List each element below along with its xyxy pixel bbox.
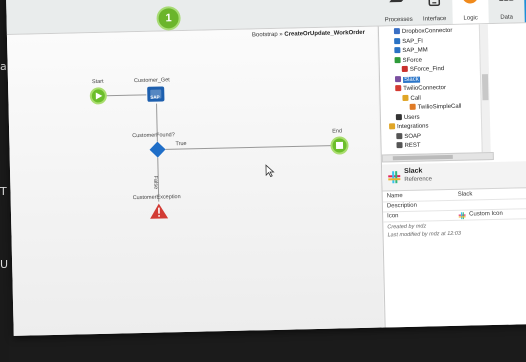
start-label: Start — [91, 78, 104, 86]
property-value[interactable]: Custom Icon — [469, 210, 503, 220]
tree-item-label: TwilioSimpleCall — [417, 103, 462, 111]
properties-subtitle: Reference — [404, 176, 433, 184]
customer-found-node[interactable] — [149, 141, 166, 158]
true-label: True — [175, 140, 187, 148]
tree-item-icon — [395, 113, 402, 121]
tree-item-icon — [409, 104, 416, 111]
edge-text-t: T — [0, 185, 7, 198]
tree-item[interactable]: SAP_FI — [394, 37, 423, 46]
customer-exception-label: CustomerException — [132, 194, 181, 202]
tree-item-label: Call — [410, 95, 421, 102]
element-tree[interactable]: DropboxConnector SAP_FI SAP_MM SForce SForce… — [379, 23, 526, 163]
tree-item-label: DropboxConnector — [401, 27, 453, 36]
flow-canvas[interactable]: Bootstrap » CreateOrUpdate_WorkOrder Sta… — [6, 26, 384, 336]
customer-exception-node[interactable] — [150, 203, 169, 219]
tree-item-label: Slack — [402, 76, 420, 83]
custom-icon-preview-icon — [458, 212, 466, 220]
tree-vertical-scrollbar[interactable] — [478, 24, 491, 153]
tree-item[interactable]: SForce — [394, 56, 423, 65]
tree-item-icon — [394, 37, 401, 45]
tree-item[interactable]: Slack — [394, 75, 420, 84]
tree-item[interactable]: Users — [395, 113, 420, 122]
tab-interface-label: Interface — [422, 16, 447, 23]
tree-item-label: SForce — [402, 57, 423, 64]
data-icon — [499, 0, 514, 1]
tree-item-label: SAP_MM — [402, 47, 428, 55]
mouse-cursor-icon — [265, 164, 275, 178]
tree-item[interactable]: Call — [402, 94, 421, 102]
tree-item-label: Users — [403, 114, 420, 121]
tree-item-icon — [401, 66, 408, 73]
start-node[interactable] — [89, 87, 107, 105]
tree-item[interactable]: Integrations — [389, 122, 429, 131]
edge-text-a: a — [0, 60, 7, 73]
tree-item-icon — [389, 123, 396, 130]
tree-item-icon — [394, 75, 402, 83]
property-key: Name — [386, 193, 403, 200]
screen: a T U 1 Processes Interface Logic Data B… — [0, 0, 526, 362]
tree-horizontal-scrollbar[interactable] — [381, 151, 494, 163]
tab-data-label: Data — [500, 14, 514, 21]
tree-horizontal-thumb[interactable] — [392, 154, 453, 161]
tree-item-icon — [394, 56, 401, 64]
created-by-text: Created by mdz — [387, 223, 427, 231]
false-label: False — [152, 175, 159, 190]
tree-item-label: REST — [404, 142, 421, 149]
customer-get-label: Customer_Get — [133, 77, 170, 85]
tree-item-label: TwilioConnector — [403, 85, 447, 93]
tree-item-icon — [394, 47, 401, 54]
customer-found-label: CustomerFound? — [132, 132, 175, 140]
edge-text-u: U — [0, 258, 9, 271]
tree-item-label: SForce_Find — [409, 66, 445, 73]
tree-item[interactable]: REST — [396, 142, 421, 151]
tab-processes-label: Processes — [384, 16, 413, 24]
tab-logic-label: Logic — [463, 15, 478, 22]
properties-title: Slack — [404, 167, 423, 176]
tree-item-icon — [395, 85, 402, 92]
tree-item-label: SOAP — [404, 133, 422, 140]
tab-interface[interactable]: Interface — [416, 0, 453, 25]
tree-item-label: SAP_FI — [402, 38, 423, 45]
end-node[interactable] — [330, 136, 349, 155]
property-key: Icon — [387, 213, 399, 220]
interface-icon — [428, 0, 441, 7]
service-studio-window: 1 Processes Interface Logic Data Bootstr… — [6, 0, 526, 336]
flow-diagram — [89, 86, 349, 219]
tree-item-icon — [396, 142, 403, 149]
modified-by-text: Last modified by mdz at 12:03 — [387, 230, 461, 239]
end-label: End — [332, 128, 343, 135]
tree-item-icon — [402, 94, 409, 101]
connector-true — [165, 145, 332, 150]
slack-icon — [388, 171, 401, 184]
right-panel: DropboxConnector SAP_FI SAP_MM SForce SForce… — [377, 22, 526, 328]
properties-header: Slack Reference — [381, 160, 526, 192]
tree-item[interactable]: SOAP — [396, 132, 421, 141]
tab-processes[interactable]: Processes — [380, 0, 417, 26]
property-value[interactable]: Slack — [458, 190, 473, 199]
property-key: Description — [386, 202, 417, 210]
tree-item[interactable]: TwilioConnector — [395, 84, 446, 93]
tree-item[interactable]: DropboxConnector — [393, 27, 453, 36]
tab-data[interactable]: Data — [488, 0, 525, 23]
tree-item[interactable]: SAP_MM — [394, 46, 428, 55]
tree-vertical-thumb[interactable] — [481, 74, 489, 101]
tree-item-icon — [396, 132, 403, 140]
sap-badge: SAP — [150, 94, 160, 100]
step-indicator[interactable]: 1 — [156, 6, 181, 31]
logic-icon — [462, 0, 479, 4]
processes-icon — [389, 0, 407, 3]
tree-item-icon — [393, 28, 401, 35]
tree-item[interactable]: SForce_Find — [401, 65, 445, 74]
tree-item[interactable]: TwilioSimpleCall — [409, 103, 462, 112]
tab-logic[interactable]: Logic — [451, 0, 489, 24]
tree-item-label: Integrations — [397, 123, 429, 131]
connector-start-get — [105, 94, 147, 97]
